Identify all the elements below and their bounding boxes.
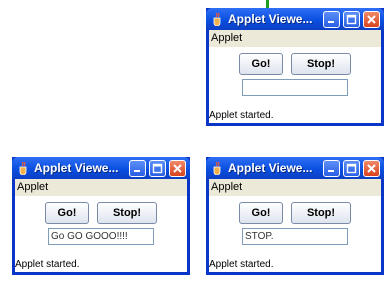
go-button[interactable]: Go! bbox=[239, 53, 283, 75]
window-title: Applet Viewe... bbox=[34, 161, 119, 175]
minimize-button[interactable] bbox=[323, 11, 340, 28]
applet-menu[interactable]: Applet bbox=[211, 32, 242, 45]
minimize-button[interactable] bbox=[129, 160, 146, 177]
minimize-button[interactable] bbox=[323, 160, 340, 177]
java-cup-icon bbox=[212, 12, 223, 27]
message-field[interactable]: Go GO GOOO!!!! bbox=[48, 228, 154, 245]
java-cup-icon bbox=[18, 161, 29, 176]
green-line-decoration bbox=[266, 0, 269, 8]
minimize-icon bbox=[328, 21, 334, 23]
java-cup-icon bbox=[212, 161, 223, 176]
title-bar[interactable]: Applet Viewe... bbox=[12, 157, 190, 179]
applet-panel: Go! Stop! Applet started. bbox=[209, 47, 381, 123]
message-field[interactable]: STOP. bbox=[242, 228, 348, 245]
title-bar[interactable]: Applet Viewe... bbox=[206, 157, 384, 179]
menu-bar: Applet bbox=[209, 30, 381, 47]
window-title: Applet Viewe... bbox=[228, 161, 313, 175]
status-text: Applet started. bbox=[209, 110, 274, 121]
message-field[interactable] bbox=[242, 79, 348, 96]
close-button[interactable] bbox=[169, 160, 186, 177]
window-title: Applet Viewe... bbox=[228, 12, 313, 26]
go-button[interactable]: Go! bbox=[239, 202, 283, 224]
applet-menu[interactable]: Applet bbox=[211, 181, 242, 194]
maximize-button[interactable] bbox=[343, 11, 360, 28]
applet-viewer-window-3: Applet Viewe... Applet Go! Stop! STOP. A… bbox=[206, 157, 384, 275]
minimize-icon bbox=[134, 170, 140, 172]
stop-button[interactable]: Stop! bbox=[97, 202, 157, 224]
close-icon bbox=[367, 15, 376, 24]
applet-panel: Go! Stop! STOP. Applet started. bbox=[209, 196, 381, 272]
go-button[interactable]: Go! bbox=[45, 202, 89, 224]
maximize-icon bbox=[346, 14, 357, 25]
applet-viewer-window-1: Applet Viewe... Applet Go! Stop! Applet … bbox=[206, 8, 384, 126]
stop-button[interactable]: Stop! bbox=[291, 53, 351, 75]
menu-bar: Applet bbox=[209, 179, 381, 196]
applet-panel: Go! Stop! Go GO GOOO!!!! Applet started. bbox=[15, 196, 187, 272]
status-text: Applet started. bbox=[15, 259, 80, 270]
maximize-button[interactable] bbox=[343, 160, 360, 177]
close-icon bbox=[367, 164, 376, 173]
maximize-button[interactable] bbox=[149, 160, 166, 177]
status-text: Applet started. bbox=[209, 259, 274, 270]
menu-bar: Applet bbox=[15, 179, 187, 196]
close-button[interactable] bbox=[363, 11, 380, 28]
title-bar[interactable]: Applet Viewe... bbox=[206, 8, 384, 30]
stop-button[interactable]: Stop! bbox=[291, 202, 351, 224]
minimize-icon bbox=[328, 170, 334, 172]
applet-menu[interactable]: Applet bbox=[17, 181, 48, 194]
close-button[interactable] bbox=[363, 160, 380, 177]
close-icon bbox=[173, 164, 182, 173]
applet-viewer-window-2: Applet Viewe... Applet Go! Stop! Go GO G… bbox=[12, 157, 190, 275]
maximize-icon bbox=[152, 163, 163, 174]
maximize-icon bbox=[346, 163, 357, 174]
